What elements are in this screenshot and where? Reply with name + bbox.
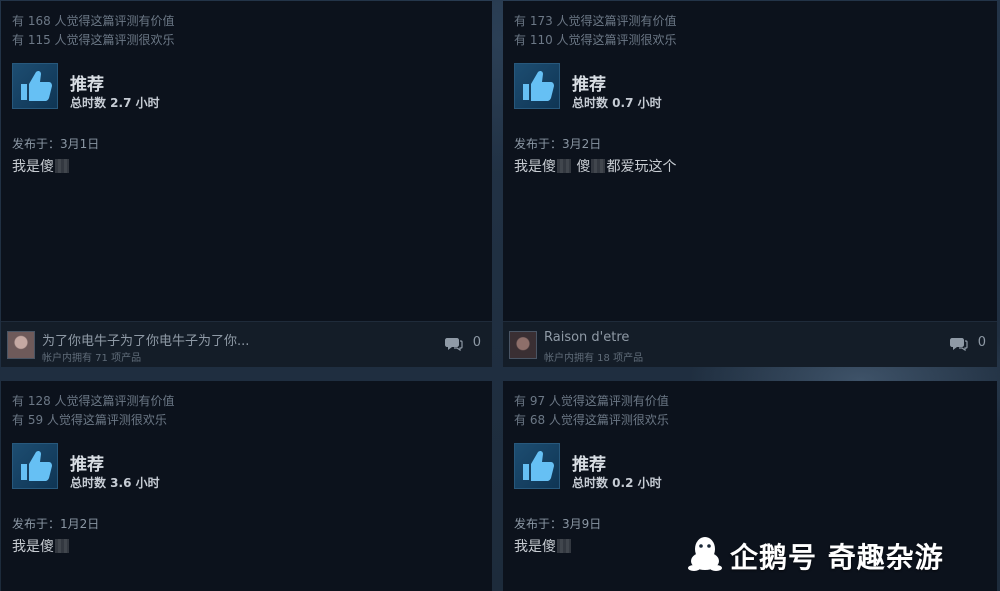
helpful-votes: 有 168 人觉得这篇评测有价值 有 115 人觉得这篇评测很欢乐	[12, 12, 175, 50]
recommend-label: 推荐	[572, 455, 606, 475]
recommend-label: 推荐	[572, 75, 606, 95]
helpful-votes: 有 173 人觉得这篇评测有价值 有 110 人觉得这篇评测很欢乐	[514, 12, 677, 50]
review-text-part: 我是傻	[12, 159, 54, 175]
thumbs-up-icon	[514, 63, 560, 109]
helpful-count: 有 173 人觉得这篇评测有价值	[514, 14, 677, 28]
author-name[interactable]: 为了你电牛子为了你电牛子为了你...	[42, 330, 249, 349]
helpful-count: 有 97 人觉得这篇评测有价值	[514, 394, 669, 408]
posted-date: 发布于：3月2日	[514, 137, 602, 151]
author-name[interactable]: Raison d'etre	[544, 330, 629, 345]
avatar[interactable]	[509, 331, 537, 359]
censor-blur	[55, 159, 69, 173]
review-text: 我是傻	[12, 156, 70, 176]
censor-blur	[55, 539, 69, 553]
recommend-label: 推荐	[70, 455, 104, 475]
review-text: 我是傻 傻都爱玩这个	[514, 156, 676, 176]
comment-count[interactable]: 0	[473, 335, 481, 350]
review-text: 我是傻	[514, 536, 572, 556]
censor-blur	[557, 539, 571, 553]
review-text-part: 都爱玩这个	[606, 159, 677, 175]
review-text-part: 我是傻	[514, 539, 556, 555]
watermark-text: 企鹅号 奇趣杂游	[730, 541, 944, 574]
review-card: 有 173 人觉得这篇评测有价值 有 110 人觉得这篇评测很欢乐 推荐 总时数…	[503, 1, 997, 367]
thumbs-up-icon	[12, 443, 58, 489]
censor-blur	[557, 159, 571, 173]
review-card: 有 168 人觉得这篇评测有价值 有 115 人觉得这篇评测很欢乐 推荐 总时数…	[1, 1, 492, 367]
posted-date: 发布于：1月2日	[12, 517, 100, 531]
thumbs-up-icon	[12, 63, 58, 109]
review-text: 我是傻	[12, 536, 70, 556]
helpful-count: 有 128 人觉得这篇评测有价值	[12, 394, 175, 408]
funny-count: 有 115 人觉得这篇评测很欢乐	[12, 33, 175, 47]
author-footer: Raison d'etre 帐户内拥有 18 项产品 0	[503, 321, 997, 367]
comment-bubble-icon[interactable]	[950, 335, 968, 353]
helpful-votes: 有 97 人觉得这篇评测有价值 有 68 人觉得这篇评测很欢乐	[514, 392, 669, 430]
author-products: 帐户内拥有 71 项产品	[42, 353, 142, 364]
recommend-label: 推荐	[70, 75, 104, 95]
hours-played: 总时数 0.2 小时	[572, 476, 662, 490]
posted-date: 发布于：3月1日	[12, 137, 100, 151]
review-card: 有 128 人觉得这篇评测有价值 有 59 人觉得这篇评测很欢乐 推荐 总时数 …	[1, 381, 492, 591]
hours-played: 总时数 2.7 小时	[70, 96, 160, 110]
funny-count: 有 68 人觉得这篇评测很欢乐	[514, 413, 669, 427]
hours-played: 总时数 3.6 小时	[70, 476, 160, 490]
hours-played: 总时数 0.7 小时	[572, 96, 662, 110]
review-text-part: 我是傻	[514, 159, 556, 175]
thumbs-up-icon	[514, 443, 560, 489]
comment-count[interactable]: 0	[978, 335, 986, 350]
comment-bubble-icon[interactable]	[445, 335, 463, 353]
review-text-part: 傻	[572, 159, 591, 175]
review-text-part: 我是傻	[12, 539, 54, 555]
censor-blur	[591, 159, 606, 173]
helpful-count: 有 168 人觉得这篇评测有价值	[12, 14, 175, 28]
funny-count: 有 59 人觉得这篇评测很欢乐	[12, 413, 167, 427]
avatar[interactable]	[7, 331, 35, 359]
helpful-votes: 有 128 人觉得这篇评测有价值 有 59 人觉得这篇评测很欢乐	[12, 392, 175, 430]
posted-date: 发布于：3月9日	[514, 517, 602, 531]
author-products: 帐户内拥有 18 项产品	[544, 353, 644, 364]
author-footer: 为了你电牛子为了你电牛子为了你... 帐户内拥有 71 项产品 0	[1, 321, 492, 367]
funny-count: 有 110 人觉得这篇评测很欢乐	[514, 33, 677, 47]
review-grid: 有 168 人觉得这篇评测有价值 有 115 人觉得这篇评测很欢乐 推荐 总时数…	[0, 0, 1000, 591]
penguin-icon	[688, 537, 722, 571]
